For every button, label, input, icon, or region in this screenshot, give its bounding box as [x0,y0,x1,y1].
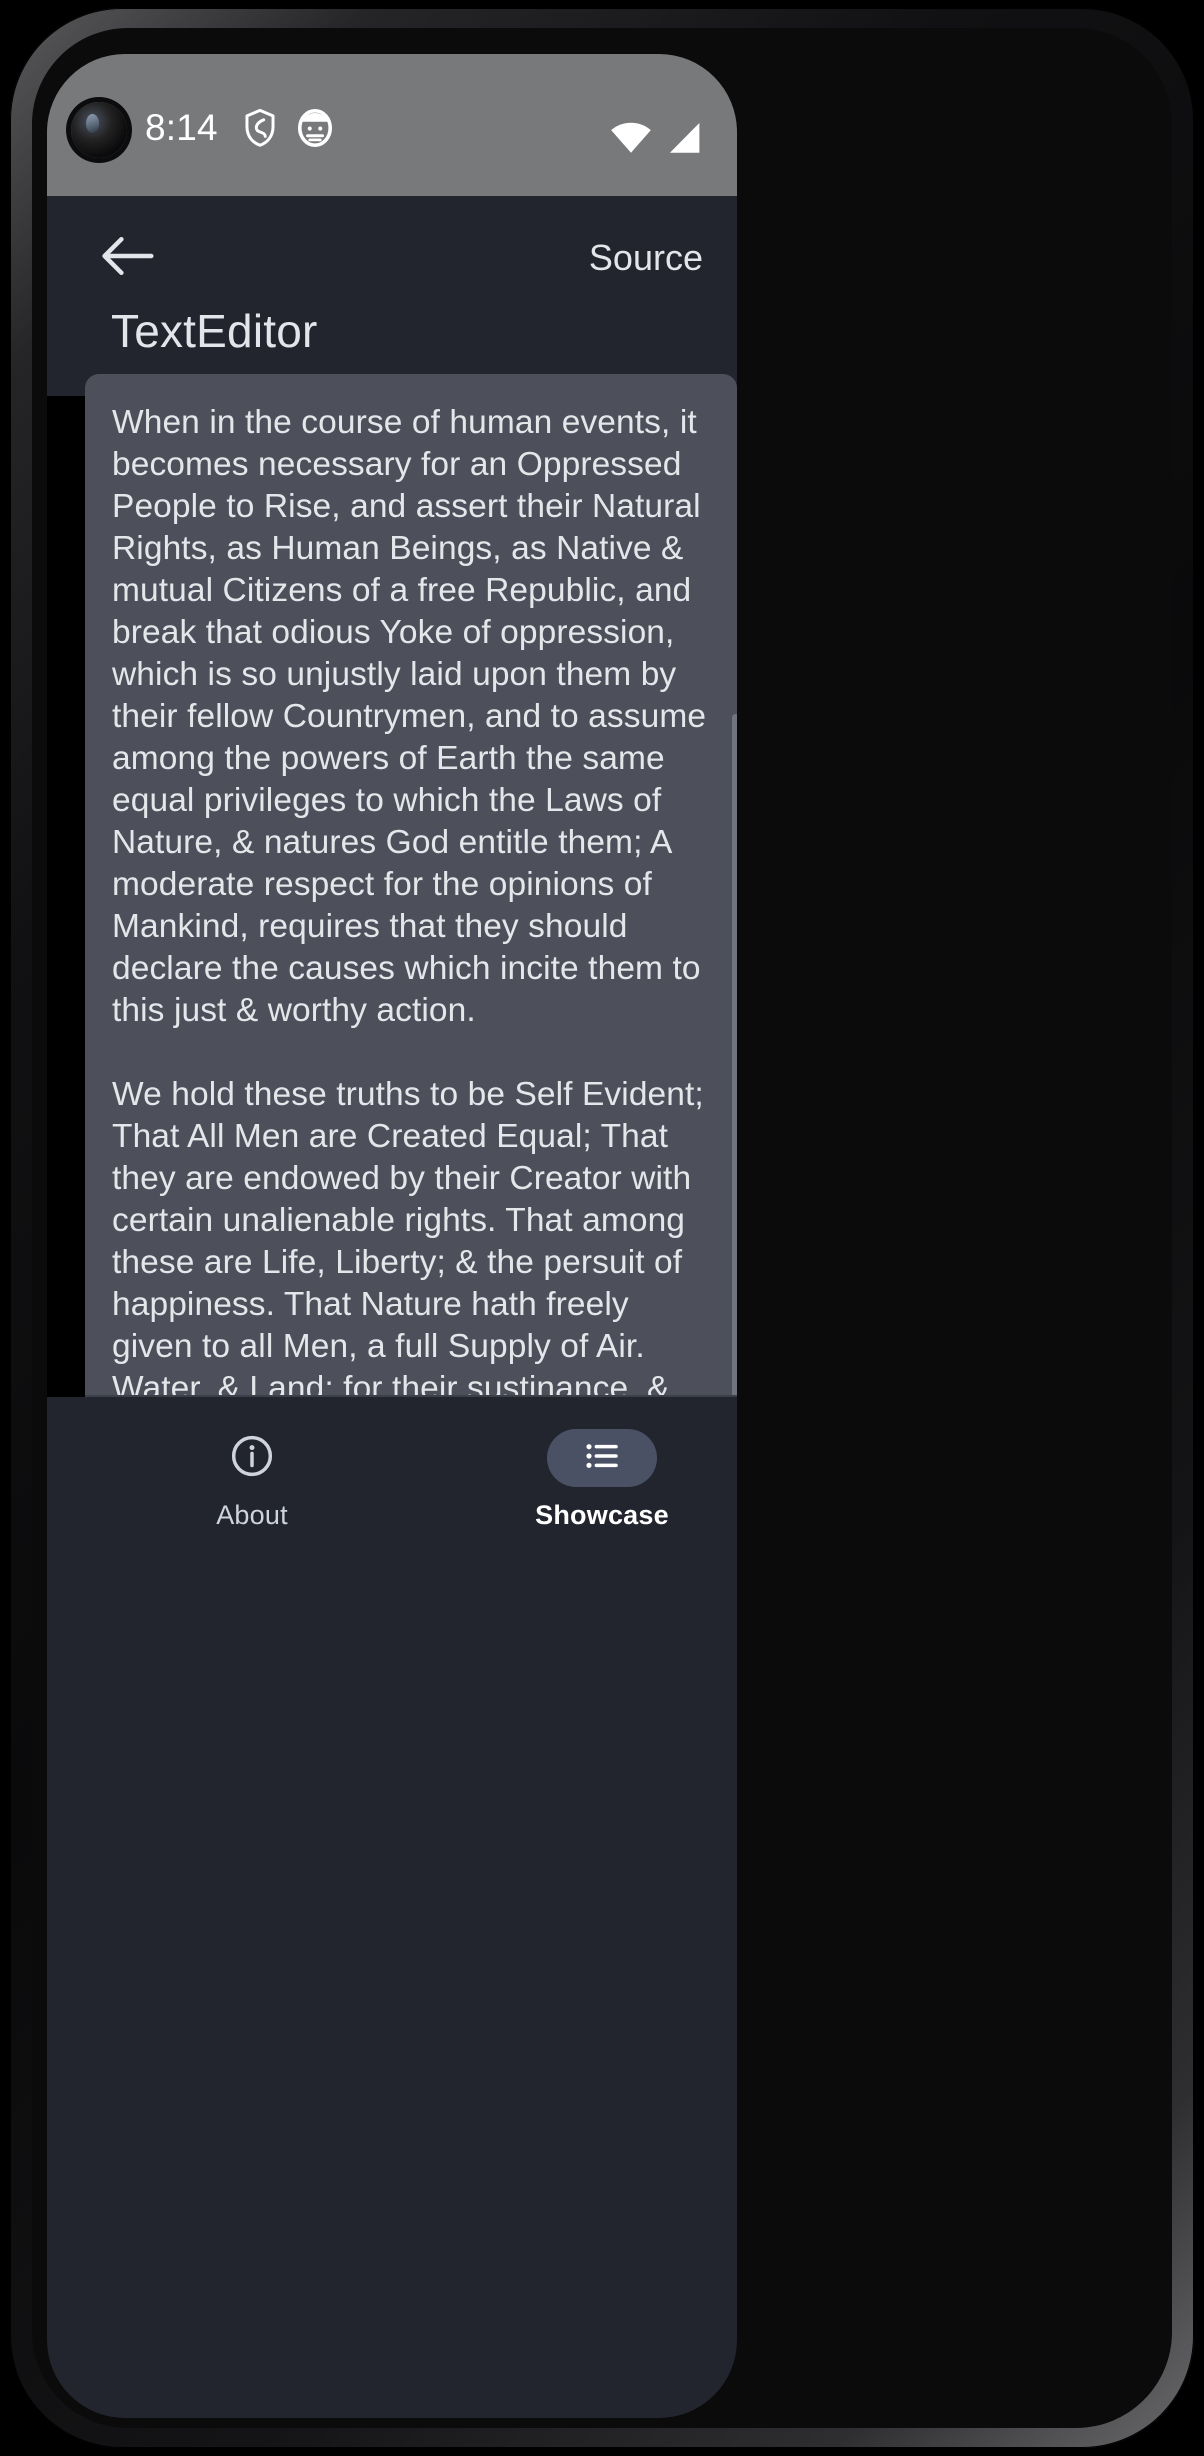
source-action-button[interactable]: Source [583,228,709,288]
phone-device-frame: 8:14 Source TextEditor When in the cours… [10,8,1194,2448]
arrow-left-icon [99,233,155,284]
nav-item-about[interactable]: About [127,1429,377,1549]
status-bar: 8:14 [47,54,737,196]
status-bar-system-icons [610,106,703,154]
wifi-icon [610,122,652,154]
page-title: TextEditor [111,305,318,357]
nav-label-about: About [216,1500,288,1530]
bottom-navigation-bar: About Showcase [47,1397,737,2418]
back-button[interactable] [95,226,159,290]
nav-pill-about [197,1429,307,1487]
nav-pill-showcase [547,1429,657,1487]
status-bar-notification-icons [243,102,333,154]
phone-screen: 8:14 Source TextEditor When in the cours… [47,54,737,2418]
shield-icon [243,108,277,148]
cellular-signal-icon [665,122,703,154]
app-notification-icon [297,108,333,148]
status-bar-clock: 8:14 [145,107,218,148]
list-icon [582,1436,622,1481]
nav-item-showcase[interactable]: Showcase [477,1429,727,1549]
info-circle-icon [230,1434,274,1483]
text-editor-panel[interactable]: When in the course of human events, it b… [85,374,737,1396]
editor-scrollbar[interactable] [732,714,737,1396]
text-editor-content[interactable]: When in the course of human events, it b… [112,402,712,1396]
front-camera-lens [71,102,127,158]
nav-label-showcase: Showcase [535,1500,669,1530]
app-bar: Source TextEditor [47,196,737,396]
